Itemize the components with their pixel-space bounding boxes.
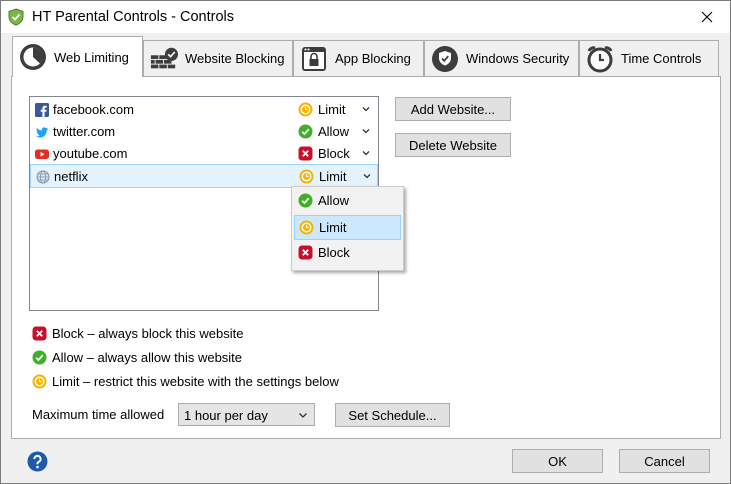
tab-label: App Blocking [335, 51, 411, 66]
tab-windows-security[interactable]: Windows Security [424, 40, 579, 76]
block-icon [298, 245, 313, 260]
block-icon [32, 326, 47, 340]
site-name: netflix [54, 169, 88, 184]
limit-icon [299, 169, 314, 184]
ok-button[interactable]: OK [512, 449, 603, 473]
tab-app-blocking[interactable]: App Blocking [293, 40, 424, 76]
chevron-down-icon[interactable] [361, 126, 371, 136]
menu-item-label: Limit [319, 220, 347, 235]
window-lock-icon [302, 46, 326, 71]
chevron-down-icon[interactable] [361, 104, 371, 114]
chevron-down-icon [299, 413, 307, 418]
allow-icon [32, 350, 47, 364]
delete-website-button[interactable]: Delete Website [395, 133, 511, 157]
max-time-select[interactable]: 1 hour per day [178, 403, 315, 426]
legend-text: Block – always block this website [52, 325, 244, 341]
allow-icon [298, 124, 313, 139]
legend-block: Block – always block this website [32, 324, 243, 342]
status-dropdown-menu: Allow Limit Block [291, 186, 404, 271]
close-button[interactable] [684, 1, 730, 33]
menu-item-label: Allow [318, 193, 350, 208]
block-icon [298, 146, 313, 161]
site-name: youtube.com [53, 146, 128, 161]
limit-icon [299, 220, 314, 235]
tab-website-blocking[interactable]: Website Blocking [143, 40, 293, 76]
facebook-icon [35, 103, 49, 117]
brick-wall-check-icon [150, 47, 178, 68]
status-label: Limit [318, 102, 346, 117]
title-bar: HT Parental Controls - Controls [1, 1, 730, 33]
shield-check-app-icon [8, 8, 24, 26]
legend-allow: Allow – always allow this website [32, 348, 242, 366]
chevron-down-icon[interactable] [361, 148, 371, 158]
max-time-value: 1 hour per day [184, 408, 268, 423]
shield-check-icon [432, 45, 458, 72]
status-label: Block [318, 146, 350, 161]
tab-web-limiting[interactable]: Web Limiting [12, 36, 143, 77]
youtube-icon [35, 149, 49, 159]
clock-pie-icon [20, 44, 46, 70]
legend-limit: Limit – restrict this website with the s… [32, 372, 339, 390]
list-item-twitter[interactable]: twitter.com Allow [31, 121, 377, 143]
chevron-down-icon[interactable] [362, 171, 372, 181]
status-label: Allow [318, 124, 350, 139]
allow-icon [298, 193, 313, 208]
tab-time-controls[interactable]: Time Controls [579, 40, 719, 76]
list-item-facebook[interactable]: facebook.com Limit [31, 99, 377, 121]
list-item-youtube[interactable]: youtube.com Block [31, 143, 377, 165]
menu-item-allow[interactable]: Allow [294, 189, 401, 214]
legend-text: Allow – always allow this website [52, 349, 243, 365]
help-icon [27, 451, 48, 472]
menu-item-label: Block [318, 245, 350, 260]
status-label: Limit [319, 169, 347, 184]
close-icon [701, 11, 713, 23]
tab-label: Website Blocking [185, 51, 285, 66]
tab-label: Web Limiting [54, 49, 129, 65]
add-website-button[interactable]: Add Website... [395, 97, 511, 121]
site-name: facebook.com [53, 102, 134, 117]
help-button[interactable] [27, 451, 48, 472]
list-item-netflix[interactable]: netflix Limit [30, 164, 378, 188]
window-title: HT Parental Controls - Controls [32, 9, 235, 25]
limit-icon [32, 374, 47, 388]
menu-item-limit[interactable]: Limit [294, 215, 401, 240]
globe-icon [36, 170, 50, 184]
alarm-clock-icon [587, 45, 613, 72]
menu-item-block[interactable]: Block [294, 241, 401, 266]
max-time-label: Maximum time allowed [32, 407, 165, 422]
site-name: twitter.com [53, 124, 116, 139]
app-window: HT Parental Controls - Controls Web Limi… [0, 0, 731, 484]
tab-label: Windows Security [466, 51, 570, 66]
cancel-button[interactable]: Cancel [619, 449, 710, 473]
twitter-icon [36, 127, 48, 138]
tab-label: Time Controls [621, 51, 702, 66]
limit-icon [298, 102, 313, 117]
legend-text: Limit – restrict this website with the s… [52, 373, 339, 389]
set-schedule-button[interactable]: Set Schedule... [335, 403, 450, 427]
